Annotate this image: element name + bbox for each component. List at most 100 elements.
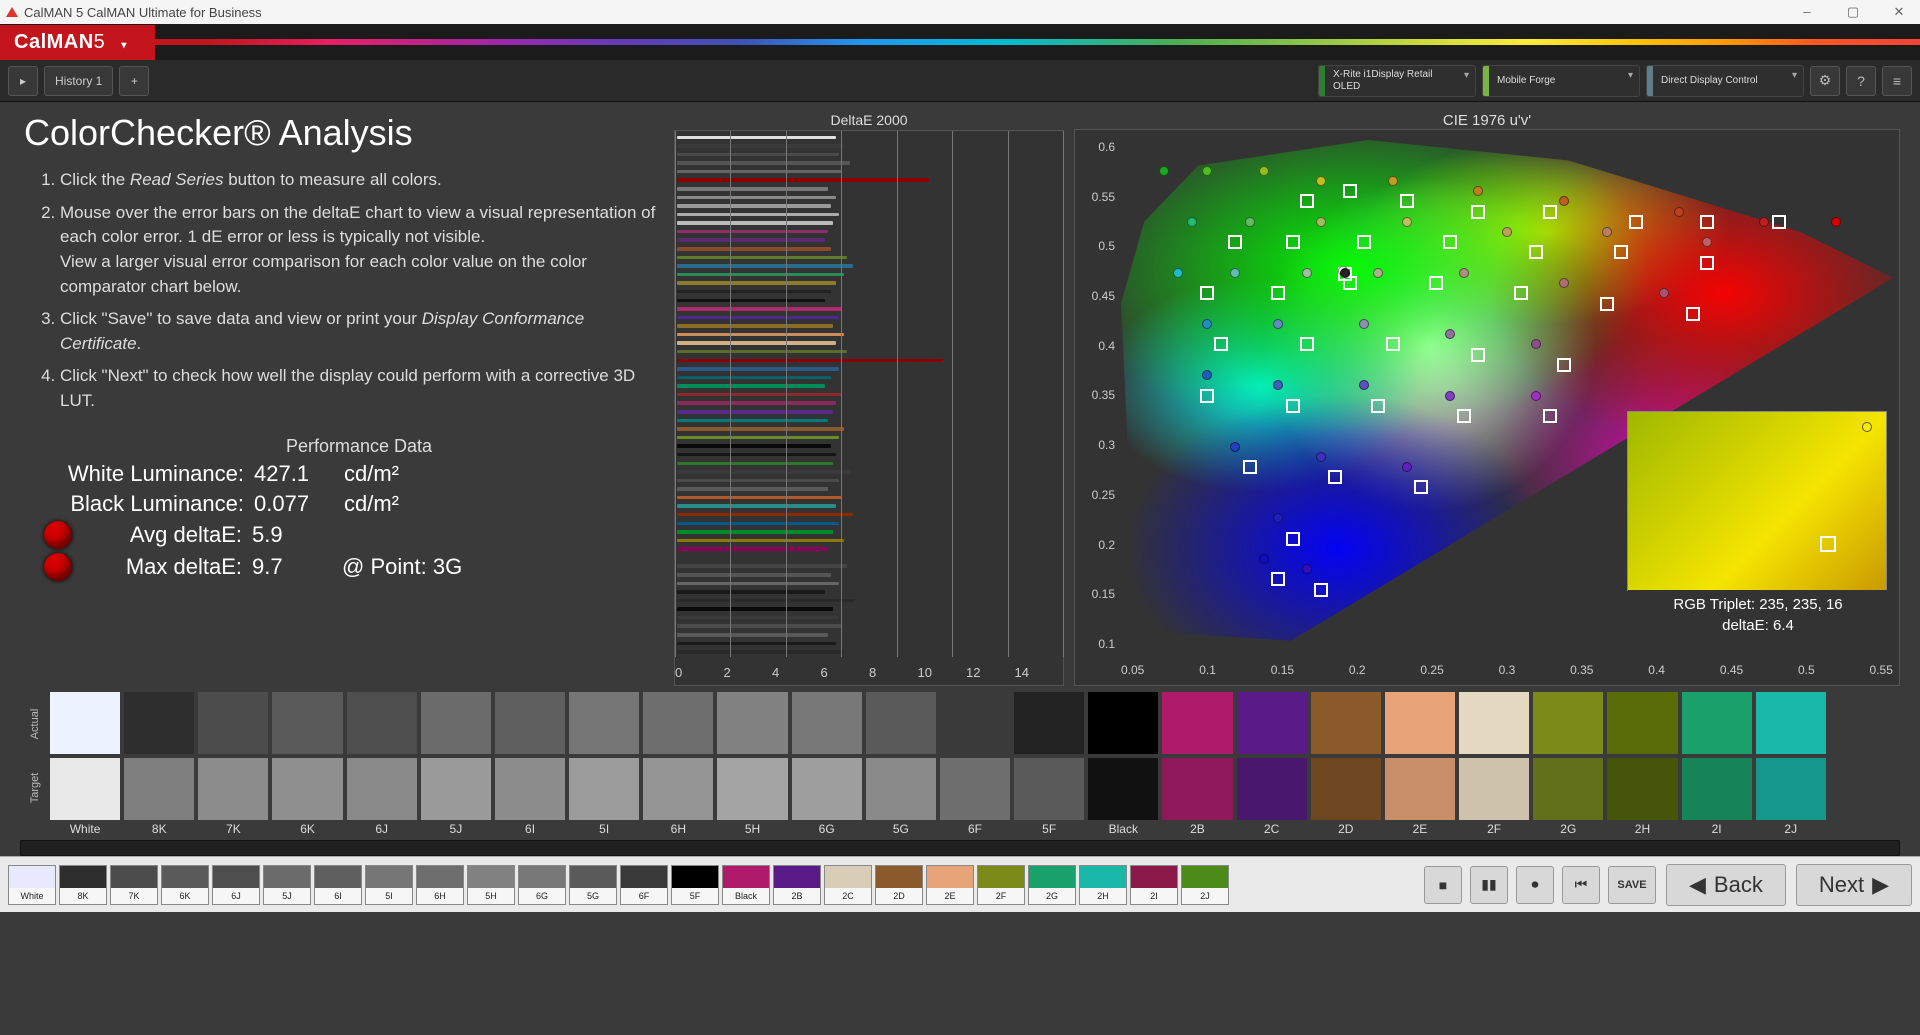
swatch-actual[interactable] bbox=[569, 692, 639, 754]
dock-swatch[interactable]: 2E bbox=[926, 865, 974, 905]
deltae-bar[interactable] bbox=[677, 316, 839, 320]
deltae-bar[interactable] bbox=[677, 230, 828, 234]
deltae-bar[interactable] bbox=[677, 582, 839, 586]
dock-swatch[interactable]: 2H bbox=[1079, 865, 1127, 905]
deltae-bar[interactable] bbox=[677, 196, 836, 200]
deltae-bar[interactable] bbox=[677, 384, 825, 388]
cie-chart[interactable]: 0.60.550.50.450.40.350.30.250.20.150.1 R… bbox=[1074, 129, 1900, 686]
help-button[interactable]: ? bbox=[1846, 66, 1876, 96]
swatch-target[interactable] bbox=[1607, 758, 1677, 820]
pause-button[interactable]: ▮▮ bbox=[1470, 866, 1508, 904]
swatch-actual[interactable] bbox=[1756, 692, 1826, 754]
deltae-bar[interactable] bbox=[677, 427, 844, 431]
deltae-bar[interactable] bbox=[677, 299, 825, 303]
swatch-target[interactable] bbox=[1162, 758, 1232, 820]
dock-swatch[interactable]: 8K bbox=[59, 865, 107, 905]
dock-swatch[interactable]: 5G bbox=[569, 865, 617, 905]
deltae-bar[interactable] bbox=[677, 599, 855, 603]
swatch-target[interactable] bbox=[1682, 758, 1752, 820]
deltae-bar[interactable] bbox=[677, 633, 828, 637]
prev-button[interactable]: ⏮ bbox=[1562, 866, 1600, 904]
deltae-bar[interactable] bbox=[677, 264, 853, 268]
swatch-target[interactable] bbox=[1385, 758, 1455, 820]
swatch-target[interactable] bbox=[1459, 758, 1529, 820]
deltae-bar[interactable] bbox=[677, 350, 847, 354]
record-button[interactable]: ⏺ bbox=[1516, 866, 1554, 904]
deltae-bar[interactable] bbox=[677, 607, 833, 611]
dock-swatch[interactable]: 6J bbox=[212, 865, 260, 905]
deltae-bar[interactable] bbox=[677, 333, 844, 337]
swatch-actual[interactable] bbox=[792, 692, 862, 754]
add-tab-button[interactable]: + bbox=[119, 66, 149, 96]
deltae-bar[interactable] bbox=[677, 573, 831, 577]
deltae-bar[interactable] bbox=[677, 256, 847, 260]
deltae-bar[interactable] bbox=[677, 410, 833, 414]
deltae-bar[interactable] bbox=[677, 530, 833, 534]
swatch-actual[interactable] bbox=[1385, 692, 1455, 754]
back-button[interactable]: ◀ Back bbox=[1666, 864, 1786, 906]
swatch-actual[interactable] bbox=[198, 692, 268, 754]
deltae-bar[interactable] bbox=[677, 539, 844, 543]
deltae-bar[interactable] bbox=[677, 290, 831, 294]
deltae-bar[interactable] bbox=[677, 367, 839, 371]
swatch-actual[interactable] bbox=[124, 692, 194, 754]
swatch-actual[interactable] bbox=[272, 692, 342, 754]
swatch-target[interactable] bbox=[1014, 758, 1084, 820]
deltae-bar[interactable] bbox=[677, 136, 836, 140]
deltae-bar[interactable] bbox=[677, 161, 850, 165]
save-button[interactable]: SAVE bbox=[1608, 866, 1656, 904]
deltae-bar[interactable] bbox=[677, 393, 842, 397]
deltae-bar[interactable] bbox=[677, 221, 833, 225]
swatch-target[interactable] bbox=[1533, 758, 1603, 820]
deltae-bar[interactable] bbox=[677, 307, 842, 311]
brand-menu[interactable]: CalMAN5 ▾ bbox=[0, 25, 155, 60]
swatch-actual[interactable] bbox=[1237, 692, 1307, 754]
minimize-button[interactable]: – bbox=[1792, 4, 1822, 20]
dock-swatch[interactable]: 6I bbox=[314, 865, 362, 905]
deltae-bar[interactable] bbox=[677, 479, 839, 483]
back-arrow-button[interactable]: ▸ bbox=[8, 66, 38, 96]
dock-swatch[interactable]: 6H bbox=[416, 865, 464, 905]
dock-swatch[interactable]: 5H bbox=[467, 865, 515, 905]
dock-swatch[interactable]: 2J bbox=[1181, 865, 1229, 905]
horizontal-scrollbar[interactable] bbox=[20, 840, 1900, 856]
maximize-button[interactable]: ▢ bbox=[1838, 4, 1868, 20]
swatch-target[interactable] bbox=[717, 758, 787, 820]
swatch-target[interactable] bbox=[866, 758, 936, 820]
deltae-bar[interactable] bbox=[677, 324, 833, 328]
dock-swatch[interactable]: 2G bbox=[1028, 865, 1076, 905]
swatch-actual[interactable] bbox=[1682, 692, 1752, 754]
dock-swatch[interactable]: 5J bbox=[263, 865, 311, 905]
deltae-bar[interactable] bbox=[677, 436, 839, 440]
deltae-bar[interactable] bbox=[677, 513, 853, 517]
deltae-bar[interactable] bbox=[677, 564, 847, 568]
device-pill[interactable]: ▾ Mobile Forge bbox=[1482, 65, 1640, 97]
swatch-actual[interactable] bbox=[1088, 692, 1158, 754]
swatch-target[interactable] bbox=[347, 758, 417, 820]
swatch-actual[interactable] bbox=[866, 692, 936, 754]
swatch-actual[interactable] bbox=[1533, 692, 1603, 754]
deltae-bar[interactable] bbox=[677, 153, 839, 157]
swatch-target[interactable] bbox=[421, 758, 491, 820]
device-pill[interactable]: ▾ X-Rite i1Display RetailOLED bbox=[1318, 65, 1476, 97]
swatch-actual[interactable] bbox=[1459, 692, 1529, 754]
deltae-bar[interactable] bbox=[677, 444, 831, 448]
deltae-bar[interactable] bbox=[677, 170, 842, 174]
swatch-target[interactable] bbox=[198, 758, 268, 820]
device-pill[interactable]: ▾ Direct Display Control bbox=[1646, 65, 1804, 97]
deltae-bar[interactable] bbox=[677, 401, 836, 405]
swatch-target[interactable] bbox=[1311, 758, 1381, 820]
swatch-actual[interactable] bbox=[1311, 692, 1381, 754]
deltae-bar[interactable] bbox=[677, 419, 828, 423]
dock-swatch[interactable]: 6F bbox=[620, 865, 668, 905]
deltae-bar[interactable] bbox=[677, 642, 836, 646]
deltae-bar[interactable] bbox=[677, 616, 839, 620]
close-button[interactable]: ✕ bbox=[1884, 4, 1914, 20]
deltae-bar[interactable] bbox=[677, 187, 828, 191]
deltae-bar[interactable] bbox=[677, 453, 836, 457]
swatch-target[interactable] bbox=[569, 758, 639, 820]
deltae-bar[interactable] bbox=[677, 238, 825, 242]
swatch-actual[interactable] bbox=[940, 692, 1010, 754]
deltae-bar[interactable] bbox=[677, 487, 828, 491]
swatch-actual[interactable] bbox=[1162, 692, 1232, 754]
